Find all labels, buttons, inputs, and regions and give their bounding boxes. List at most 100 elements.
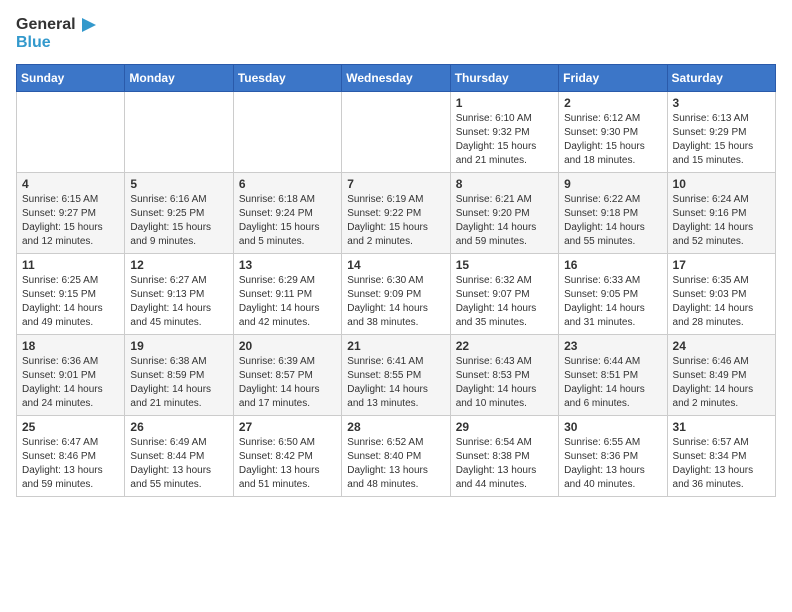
day-number: 30 (564, 420, 661, 434)
calendar-cell: 13 Sunrise: 6:29 AM Sunset: 9:11 PM Dayli… (233, 253, 341, 334)
day-info: Sunrise: 6:44 AM Sunset: 8:51 PM Dayligh… (564, 355, 661, 411)
calendar-cell: 2Sunrise: 6:12 AM Sunset: 9:30 PM Daylig… (559, 91, 667, 172)
calendar-cell: 24 Sunrise: 6:46 AM Sunset: 8:49 PM Dayli… (667, 334, 775, 415)
calendar-cell: 9Sunrise: 6:22 AM Sunset: 9:18 PM Daylig… (559, 172, 667, 253)
weekday-header-sunday: Sunday (17, 64, 125, 91)
day-number: 15 (456, 258, 553, 272)
logo-general-text: General (16, 16, 76, 34)
day-info: Sunrise: 6:19 AM Sunset: 9:22 PM Dayligh… (347, 193, 444, 249)
day-number: 28 (347, 420, 444, 434)
calendar-cell: 3 Sunrise: 6:13 AM Sunset: 9:29 PM Daylig… (667, 91, 775, 172)
calendar-body: 1 Sunrise: 6:10 AM Sunset: 9:32 PM Daylig… (17, 91, 776, 496)
day-info: Sunrise: 6:50 AM Sunset: 8:42 PM Dayligh… (239, 436, 336, 492)
calendar-cell: 20 Sunrise: 6:39 AM Sunset: 8:57 PM Dayli… (233, 334, 341, 415)
weekday-header-monday: Monday (125, 64, 233, 91)
logo-arrow-icon (78, 16, 96, 34)
day-info: Sunrise: 6:18 AM Sunset: 9:24 PM Dayligh… (239, 193, 336, 249)
calendar-cell: 11Sunrise: 6:25 AM Sunset: 9:15 PM Dayli… (17, 253, 125, 334)
day-info: Sunrise: 6:39 AM Sunset: 8:57 PM Dayligh… (239, 355, 336, 411)
calendar-table: SundayMondayTuesdayWednesdayThursdayFrid… (16, 64, 776, 497)
calendar-cell: 17 Sunrise: 6:35 AM Sunset: 9:03 PM Dayli… (667, 253, 775, 334)
day-info: Sunrise: 6:10 AM Sunset: 9:32 PM Dayligh… (456, 112, 553, 168)
day-number: 6 (239, 177, 336, 191)
day-number: 7 (347, 177, 444, 191)
calendar-week-4: 18Sunrise: 6:36 AM Sunset: 9:01 PM Dayli… (17, 334, 776, 415)
weekday-header-tuesday: Tuesday (233, 64, 341, 91)
day-number: 3 (673, 96, 770, 110)
day-number: 1 (456, 96, 553, 110)
logo-blue-text: Blue (16, 34, 51, 52)
day-info: Sunrise: 6:46 AM Sunset: 8:49 PM Dayligh… (673, 355, 770, 411)
day-number: 19 (130, 339, 227, 353)
calendar-cell: 21 Sunrise: 6:41 AM Sunset: 8:55 PM Dayli… (342, 334, 450, 415)
calendar-cell: 10 Sunrise: 6:24 AM Sunset: 9:16 PM Dayli… (667, 172, 775, 253)
day-number: 5 (130, 177, 227, 191)
page-header: General Blue (16, 16, 776, 52)
day-info: Sunrise: 6:24 AM Sunset: 9:16 PM Dayligh… (673, 193, 770, 249)
calendar-cell: 28 Sunrise: 6:52 AM Sunset: 8:40 PM Dayli… (342, 415, 450, 496)
calendar-header: SundayMondayTuesdayWednesdayThursdayFrid… (17, 64, 776, 91)
day-info: Sunrise: 6:35 AM Sunset: 9:03 PM Dayligh… (673, 274, 770, 330)
calendar-week-2: 4Sunrise: 6:15 AM Sunset: 9:27 PM Daylig… (17, 172, 776, 253)
calendar-cell: 4Sunrise: 6:15 AM Sunset: 9:27 PM Daylig… (17, 172, 125, 253)
calendar-cell: 27 Sunrise: 6:50 AM Sunset: 8:42 PM Dayli… (233, 415, 341, 496)
day-info: Sunrise: 6:55 AM Sunset: 8:36 PM Dayligh… (564, 436, 661, 492)
day-number: 27 (239, 420, 336, 434)
calendar-week-1: 1 Sunrise: 6:10 AM Sunset: 9:32 PM Daylig… (17, 91, 776, 172)
day-number: 31 (673, 420, 770, 434)
calendar-cell: 7 Sunrise: 6:19 AM Sunset: 9:22 PM Daylig… (342, 172, 450, 253)
weekday-header-saturday: Saturday (667, 64, 775, 91)
day-info: Sunrise: 6:36 AM Sunset: 9:01 PM Dayligh… (22, 355, 119, 411)
day-info: Sunrise: 6:29 AM Sunset: 9:11 PM Dayligh… (239, 274, 336, 330)
day-info: Sunrise: 6:38 AM Sunset: 8:59 PM Dayligh… (130, 355, 227, 411)
day-number: 24 (673, 339, 770, 353)
calendar-cell (125, 91, 233, 172)
calendar-cell: 5Sunrise: 6:16 AM Sunset: 9:25 PM Daylig… (125, 172, 233, 253)
day-info: Sunrise: 6:21 AM Sunset: 9:20 PM Dayligh… (456, 193, 553, 249)
day-number: 8 (456, 177, 553, 191)
calendar-cell: 22Sunrise: 6:43 AM Sunset: 8:53 PM Dayli… (450, 334, 558, 415)
day-number: 21 (347, 339, 444, 353)
day-info: Sunrise: 6:12 AM Sunset: 9:30 PM Dayligh… (564, 112, 661, 168)
calendar-cell (342, 91, 450, 172)
calendar-cell: 8 Sunrise: 6:21 AM Sunset: 9:20 PM Daylig… (450, 172, 558, 253)
day-info: Sunrise: 6:49 AM Sunset: 8:44 PM Dayligh… (130, 436, 227, 492)
day-number: 16 (564, 258, 661, 272)
calendar-cell (233, 91, 341, 172)
calendar-week-5: 25 Sunrise: 6:47 AM Sunset: 8:46 PM Dayli… (17, 415, 776, 496)
logo: General Blue (16, 16, 96, 52)
day-number: 29 (456, 420, 553, 434)
calendar-cell: 18Sunrise: 6:36 AM Sunset: 9:01 PM Dayli… (17, 334, 125, 415)
day-info: Sunrise: 6:41 AM Sunset: 8:55 PM Dayligh… (347, 355, 444, 411)
day-number: 23 (564, 339, 661, 353)
day-number: 13 (239, 258, 336, 272)
day-number: 11 (22, 258, 119, 272)
day-number: 17 (673, 258, 770, 272)
day-number: 20 (239, 339, 336, 353)
calendar-cell: 23 Sunrise: 6:44 AM Sunset: 8:51 PM Dayli… (559, 334, 667, 415)
day-number: 4 (22, 177, 119, 191)
calendar-cell: 14 Sunrise: 6:30 AM Sunset: 9:09 PM Dayli… (342, 253, 450, 334)
day-info: Sunrise: 6:30 AM Sunset: 9:09 PM Dayligh… (347, 274, 444, 330)
day-number: 10 (673, 177, 770, 191)
calendar-cell: 19 Sunrise: 6:38 AM Sunset: 8:59 PM Dayli… (125, 334, 233, 415)
calendar-week-3: 11Sunrise: 6:25 AM Sunset: 9:15 PM Dayli… (17, 253, 776, 334)
day-number: 22 (456, 339, 553, 353)
day-info: Sunrise: 6:33 AM Sunset: 9:05 PM Dayligh… (564, 274, 661, 330)
day-info: Sunrise: 6:47 AM Sunset: 8:46 PM Dayligh… (22, 436, 119, 492)
day-info: Sunrise: 6:52 AM Sunset: 8:40 PM Dayligh… (347, 436, 444, 492)
weekday-header-row: SundayMondayTuesdayWednesdayThursdayFrid… (17, 64, 776, 91)
day-info: Sunrise: 6:32 AM Sunset: 9:07 PM Dayligh… (456, 274, 553, 330)
calendar-cell: 30 Sunrise: 6:55 AM Sunset: 8:36 PM Dayli… (559, 415, 667, 496)
calendar-cell: 29Sunrise: 6:54 AM Sunset: 8:38 PM Dayli… (450, 415, 558, 496)
day-number: 25 (22, 420, 119, 434)
day-info: Sunrise: 6:13 AM Sunset: 9:29 PM Dayligh… (673, 112, 770, 168)
calendar-cell: 12Sunrise: 6:27 AM Sunset: 9:13 PM Dayli… (125, 253, 233, 334)
weekday-header-wednesday: Wednesday (342, 64, 450, 91)
calendar-cell: 1 Sunrise: 6:10 AM Sunset: 9:32 PM Daylig… (450, 91, 558, 172)
logo-container: General Blue (16, 16, 96, 52)
day-number: 14 (347, 258, 444, 272)
day-info: Sunrise: 6:27 AM Sunset: 9:13 PM Dayligh… (130, 274, 227, 330)
calendar-cell: 6 Sunrise: 6:18 AM Sunset: 9:24 PM Daylig… (233, 172, 341, 253)
calendar-cell (17, 91, 125, 172)
